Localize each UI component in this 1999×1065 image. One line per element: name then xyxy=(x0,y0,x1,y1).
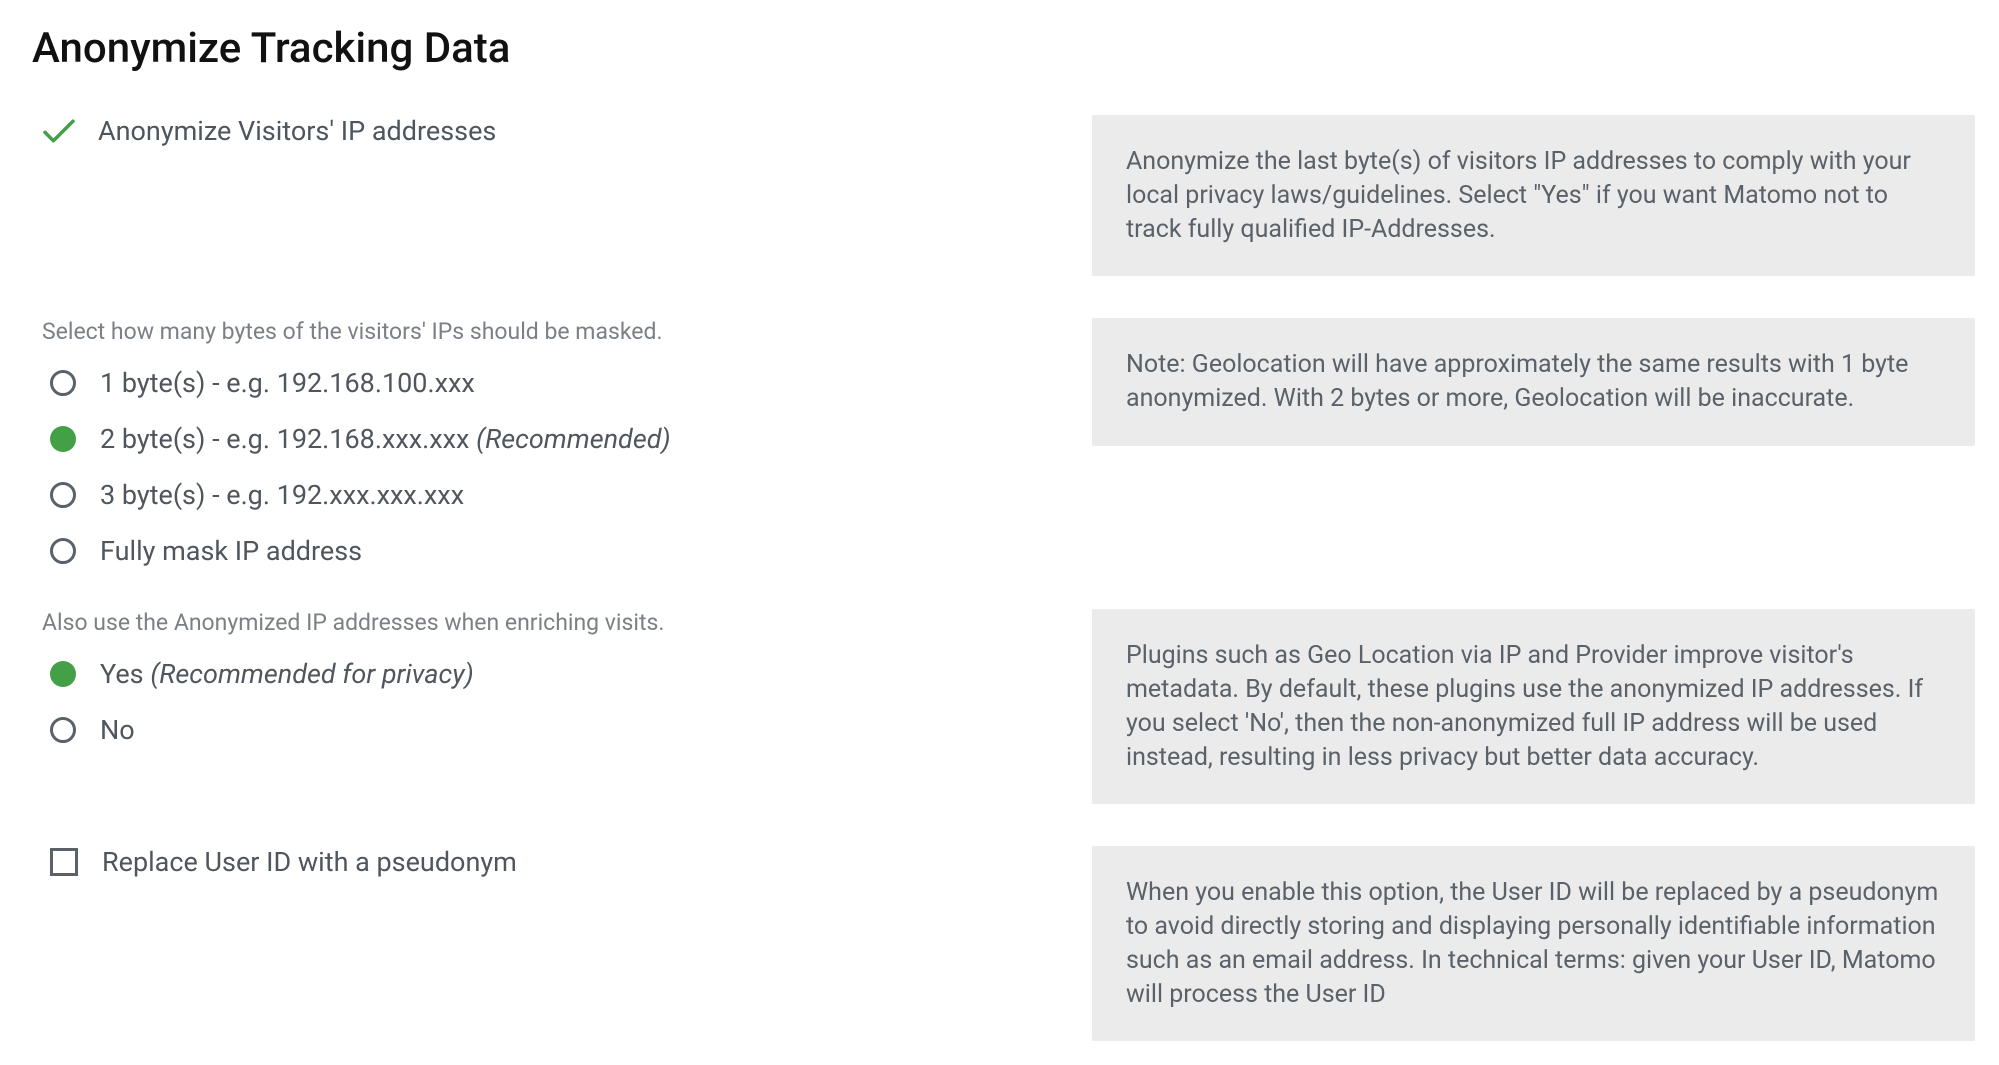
pseudonym-label: Replace User ID with a pseudonym xyxy=(102,846,517,878)
section-mask-bytes: Select how many bytes of the visitors' I… xyxy=(42,318,1975,567)
checkbox-icon xyxy=(50,848,78,876)
radio-label: Yes (Recommended for privacy) xyxy=(100,658,474,690)
anonymize-ip-toggle[interactable]: Anonymize Visitors' IP addresses xyxy=(42,115,1052,147)
mask-bytes-radio-group: 1 byte(s) - e.g. 192.168.100.xxx 2 byte(… xyxy=(50,367,1052,567)
radio-icon-selected xyxy=(50,661,76,687)
radio-3-bytes[interactable]: 3 byte(s) - e.g. 192.xxx.xxx.xxx xyxy=(50,479,1052,511)
mask-bytes-group-label: Select how many bytes of the visitors' I… xyxy=(42,318,1052,345)
section-anonymize-ip: Anonymize Visitors' IP addresses Anonymi… xyxy=(42,115,1975,276)
section-use-anon-enrich: Also use the Anonymized IP addresses whe… xyxy=(42,609,1975,804)
radio-icon xyxy=(50,717,76,743)
radio-icon xyxy=(50,482,76,508)
anonymize-ip-help: Anonymize the last byte(s) of visitors I… xyxy=(1092,115,1975,276)
radio-label: 2 byte(s) - e.g. 192.168.xxx.xxx (Recomm… xyxy=(100,423,671,455)
radio-enrich-yes[interactable]: Yes (Recommended for privacy) xyxy=(50,658,1052,690)
radio-label: 1 byte(s) - e.g. 192.168.100.xxx xyxy=(100,367,475,399)
pseudonym-help: When you enable this option, the User ID… xyxy=(1092,846,1975,1041)
radio-label: Fully mask IP address xyxy=(100,535,362,567)
radio-enrich-no[interactable]: No xyxy=(50,714,1052,746)
radio-icon xyxy=(50,538,76,564)
radio-label: 3 byte(s) - e.g. 192.xxx.xxx.xxx xyxy=(100,479,464,511)
radio-fully-mask[interactable]: Fully mask IP address xyxy=(50,535,1052,567)
use-anon-enrich-group-label: Also use the Anonymized IP addresses whe… xyxy=(42,609,1052,636)
radio-2-bytes[interactable]: 2 byte(s) - e.g. 192.168.xxx.xxx (Recomm… xyxy=(50,423,1052,455)
use-anon-enrich-radio-group: Yes (Recommended for privacy) No xyxy=(50,658,1052,746)
anonymize-ip-label: Anonymize Visitors' IP addresses xyxy=(98,115,496,147)
pseudonym-checkbox[interactable]: Replace User ID with a pseudonym xyxy=(50,846,1052,878)
page-title: Anonymize Tracking Data xyxy=(32,24,1975,73)
radio-label: No xyxy=(100,714,135,746)
section-pseudonym: Replace User ID with a pseudonym When yo… xyxy=(42,846,1975,1041)
use-anon-enrich-help: Plugins such as Geo Location via IP and … xyxy=(1092,609,1975,804)
mask-bytes-help: Note: Geolocation will have approximatel… xyxy=(1092,318,1975,446)
radio-1-byte[interactable]: 1 byte(s) - e.g. 192.168.100.xxx xyxy=(50,367,1052,399)
check-icon xyxy=(42,117,76,145)
radio-icon-selected xyxy=(50,426,76,452)
radio-icon xyxy=(50,370,76,396)
